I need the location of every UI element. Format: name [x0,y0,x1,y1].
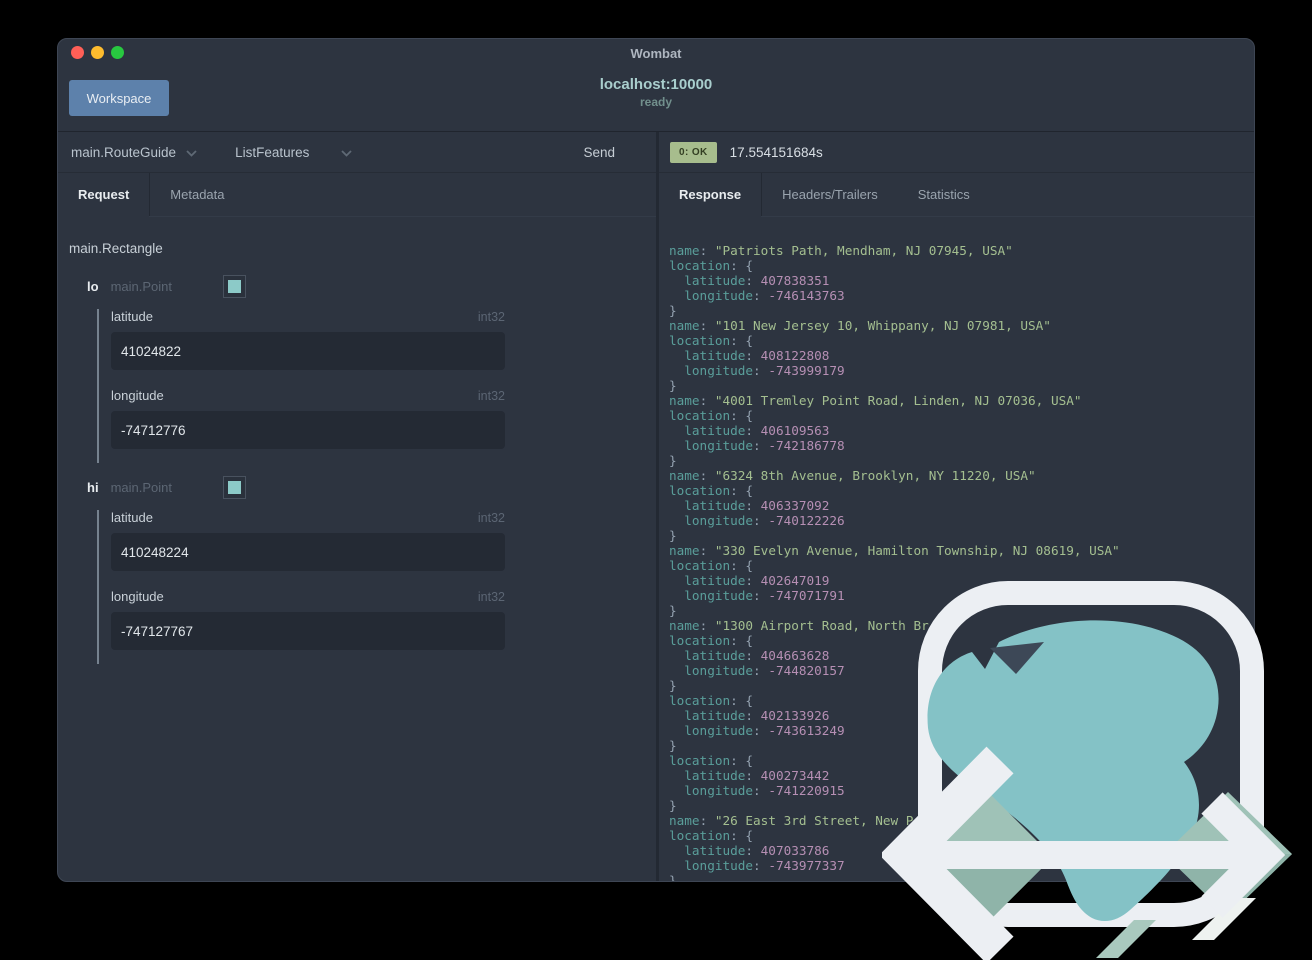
tab-response[interactable]: Response [659,173,763,217]
right-toolbar: 0: OK 17.554151684s [659,132,1254,173]
field-primitive-type: int32 [477,310,505,324]
response-line: location: { [669,483,754,498]
response-line: name: "6324 8th Avenue, Brooklyn, NY 112… [669,468,1036,483]
wombat-window: Wombat Workspace localhost:10000 ready m… [57,38,1255,882]
response-line: latitude: 402133926 [684,708,830,723]
service-selector-label: main.RouteGuide [71,144,177,160]
response-line: location: { [669,693,754,708]
tab-statistics[interactable]: Statistics [898,173,990,216]
response-line: latitude: 407838351 [684,273,830,288]
request-panel: main.RouteGuide ListFeatures Send Reques… [58,132,656,881]
field-label: longitude [111,589,164,604]
chevron-down-icon [341,149,352,157]
response-line: location: { [669,558,754,573]
logo-accent-sage [1096,920,1156,958]
field-group-lo: lo main.Point latitude int32 longitude int32 [69,276,656,463]
connection-status: localhost:10000 ready [58,76,1254,110]
message-type-label: main.Rectangle [69,241,163,256]
method-selector[interactable]: ListFeatures [235,145,352,160]
field-label: latitude [111,510,153,525]
field-enabled-checkbox[interactable] [223,276,245,297]
response-line: } [669,528,677,543]
response-line: latitude: 404663628 [684,648,830,663]
response-line: name: "1300 Airport Road, North Br [669,618,929,633]
response-panel: 0: OK 17.554151684s Response Headers/Trai… [659,132,1254,881]
duration-label: 17.554151684s [729,144,823,160]
tab-request[interactable]: Request [58,173,151,217]
response-line: longitude: -743613249 [684,723,845,738]
response-line: latitude: 402647019 [684,573,830,588]
response-line: } [669,303,677,318]
hi-longitude-input[interactable] [111,612,505,650]
field-group-hi: hi main.Point latitude int32 longitude int32 [69,477,656,664]
response-line: location: { [669,333,754,348]
response-line: longitude: -742186778 [684,438,845,453]
service-selector[interactable]: main.RouteGuide [71,145,197,160]
response-line: location: { [669,408,754,423]
response-line: longitude: -743977337 [684,858,845,873]
response-line: name: "Patriots Path, Mendham, NJ 07945,… [669,243,1013,258]
send-button[interactable]: Send [577,144,621,161]
response-line: location: { [669,753,754,768]
method-selector-label: ListFeatures [235,144,310,160]
response-line: longitude: -747071791 [684,588,845,603]
response-line: } [669,873,677,881]
response-output: name: "Patriots Path, Mendham, NJ 07945,… [659,217,1254,881]
field-name: lo [87,279,99,294]
response-line: longitude: -743999179 [684,363,845,378]
response-line: longitude: -740122226 [684,513,845,528]
request-form: main.Rectangle lo main.Point latitude int32… [58,217,656,881]
header: Workspace localhost:10000 ready [58,67,1254,132]
response-line: } [669,798,677,813]
request-tabbar: Request Metadata [58,173,656,217]
response-line: longitude: -741220915 [684,783,845,798]
response-line: } [669,603,677,618]
response-line: latitude: 407033786 [684,843,830,858]
field-enabled-checkbox[interactable] [223,477,245,498]
left-toolbar: main.RouteGuide ListFeatures Send [58,132,656,173]
response-line: name: "101 New Jersey 10, Whippany, NJ 0… [669,318,1051,333]
chevron-down-icon [186,149,197,157]
titlebar: Wombat [58,39,1254,67]
logo-accent-white [1192,898,1256,940]
response-line: latitude: 400273442 [684,768,830,783]
screen: Wombat Workspace localhost:10000 ready m… [0,0,1312,960]
field-primitive-type: int32 [477,590,505,604]
response-line: latitude: 406109563 [684,423,830,438]
field-label: latitude [111,309,153,324]
response-line: name: "330 Evelyn Avenue, Hamilton Towns… [669,543,1120,558]
field-message-type: main.Point [110,480,172,495]
field-primitive-type: int32 [477,389,505,403]
window-title: Wombat [630,46,682,61]
response-line: latitude: 408122808 [684,348,830,363]
lo-longitude-input[interactable] [111,411,505,449]
response-line: longitude: -744820157 [684,663,845,678]
field-label: longitude [111,388,164,403]
response-line: location: { [669,633,754,648]
lo-latitude-input[interactable] [111,332,505,370]
tab-headers-trailers[interactable]: Headers/Trailers [762,173,898,216]
response-line: } [669,378,677,393]
connection-state: ready [639,95,673,109]
host-address: localhost:10000 [599,76,713,93]
response-line: } [669,738,677,753]
tab-metadata[interactable]: Metadata [150,173,244,216]
response-line: latitude: 406337092 [684,498,830,513]
response-line: } [669,453,677,468]
response-line: name: "4001 Tremley Point Road, Linden, … [669,393,1082,408]
response-tabbar: Response Headers/Trailers Statistics [659,173,1254,217]
response-line: location: { [669,258,754,273]
response-line: name: "26 East 3rd Street, New Pr [669,813,922,828]
status-badge: 0: OK [670,141,717,163]
field-name: hi [87,480,99,495]
field-message-type: main.Point [110,279,172,294]
field-primitive-type: int32 [477,511,505,525]
response-line: location: { [669,828,754,843]
response-line: } [669,678,677,693]
hi-latitude-input[interactable] [111,533,505,571]
response-line: longitude: -746143763 [684,288,845,303]
